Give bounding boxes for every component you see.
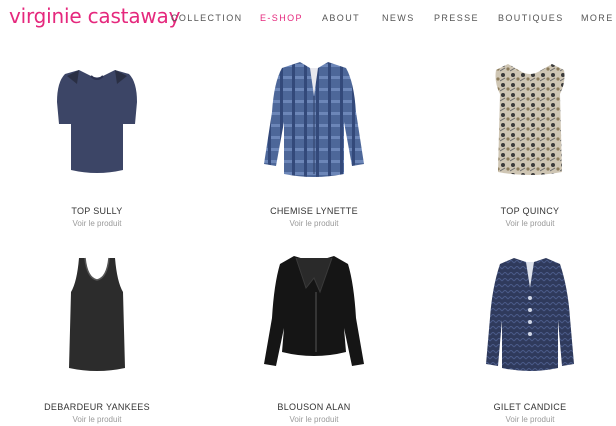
tank-top-image[interactable]	[7, 248, 187, 388]
main-nav: COLLECTION E-SHOP ABOUT NEWS PRESSE BOUT…	[0, 13, 616, 25]
product-link[interactable]: Voir le produit	[440, 219, 616, 228]
cardigan-image[interactable]	[440, 248, 616, 388]
nav-item-collection[interactable]: COLLECTION	[171, 13, 243, 23]
plaid-shirt-image[interactable]	[224, 52, 404, 192]
navy-blouse-image[interactable]	[7, 52, 187, 192]
product-name: DEBARDEUR YANKEES	[44, 402, 150, 412]
nav-item-eshop[interactable]: E-SHOP	[260, 13, 303, 23]
product-link[interactable]: Voir le produit	[7, 415, 187, 424]
product-card[interactable]: CHEMISE LYNETTE Voir le produit	[224, 52, 404, 228]
product-link[interactable]: Voir le produit	[7, 219, 187, 228]
product-name: TOP QUINCY	[500, 206, 560, 216]
product-card[interactable]: TOP QUINCY Voir le produit	[440, 52, 616, 228]
nav-item-presse[interactable]: PRESSE	[434, 13, 479, 23]
product-card[interactable]: DEBARDEUR YANKEES Voir le produit	[7, 248, 187, 424]
product-name: CHEMISE LYNETTE	[270, 206, 358, 216]
product-grid: TOP SULLY Voir le produit CHEMISE LYNETT…	[0, 40, 616, 426]
product-name: BLOUSON ALAN	[277, 402, 351, 412]
nav-item-about[interactable]: ABOUT	[322, 13, 360, 23]
product-link[interactable]: Voir le produit	[224, 415, 404, 424]
product-card[interactable]: TOP SULLY Voir le produit	[7, 52, 187, 228]
printed-top-image[interactable]	[440, 52, 616, 192]
product-link[interactable]: Voir le produit	[224, 219, 404, 228]
product-link[interactable]: Voir le produit	[440, 415, 616, 424]
product-card[interactable]: BLOUSON ALAN Voir le produit	[224, 248, 404, 424]
nav-item-news[interactable]: NEWS	[382, 13, 415, 23]
nav-item-boutiques[interactable]: BOUTIQUES	[498, 13, 564, 23]
product-name: TOP SULLY	[71, 206, 123, 216]
leather-jacket-image[interactable]	[224, 248, 404, 388]
product-card[interactable]: GILET CANDICE Voir le produit	[440, 248, 616, 424]
product-name: GILET CANDICE	[493, 402, 567, 412]
site-header: virginie castaway COLLECTION E-SHOP ABOU…	[0, 0, 616, 34]
nav-item-more[interactable]: MORE	[581, 13, 614, 23]
